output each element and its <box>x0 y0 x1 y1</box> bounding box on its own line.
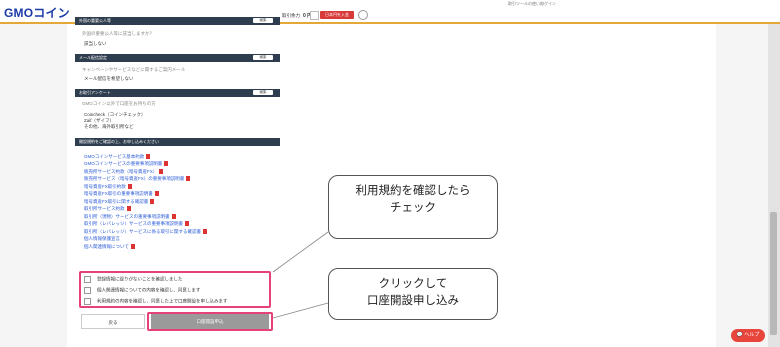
callout-text: 口座開設申し込み <box>367 293 459 307</box>
callout-text: 利用規約を確認したら <box>355 183 471 197</box>
help-button[interactable]: 💬 ヘルプ <box>731 329 765 342</box>
help-label: ヘルプ <box>744 332 760 338</box>
callout-click-apply: クリックして 口座開設申し込み <box>328 268 498 320</box>
callout-text: チェック <box>390 200 436 214</box>
leader-line-1 <box>272 231 329 273</box>
callout-text: クリックして <box>378 276 448 290</box>
callout-check-terms: 利用規約を確認したら チェック <box>328 175 498 239</box>
leader-line-2 <box>272 302 329 319</box>
